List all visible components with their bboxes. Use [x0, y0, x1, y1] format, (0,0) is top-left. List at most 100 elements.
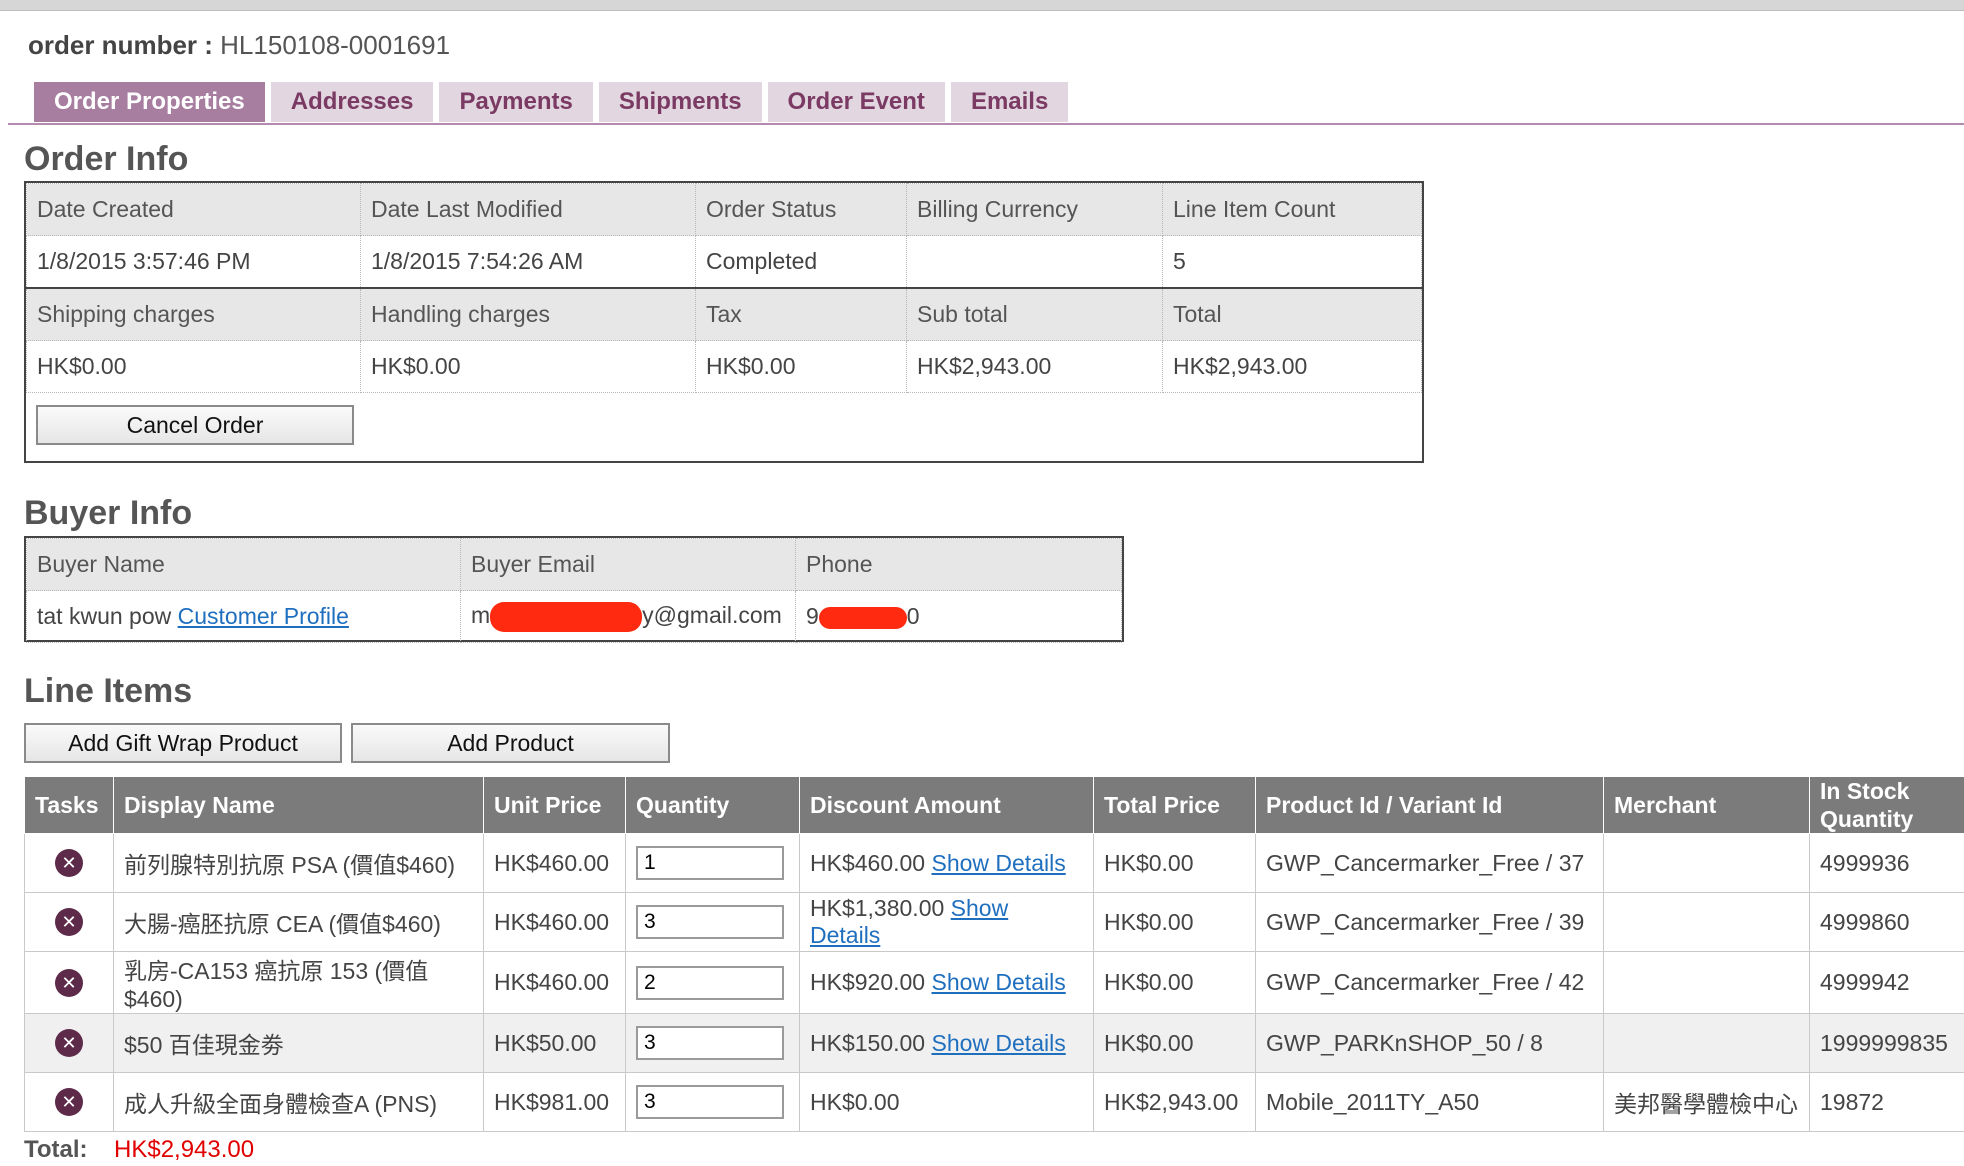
unit-price: HK$981.00: [483, 1072, 626, 1132]
header-display-name: Display Name: [113, 776, 484, 834]
buyer-info-table: Buyer Name Buyer Email Phone tat kwun po…: [26, 538, 1122, 643]
tab-order-event[interactable]: Order Event: [767, 82, 945, 122]
header-sub-total: Sub total: [906, 287, 1163, 341]
window-top-edge: [0, 0, 1964, 11]
quantity-cell: [625, 1013, 800, 1073]
tab-payments[interactable]: Payments: [439, 82, 593, 122]
add-product-button[interactable]: Add Product: [351, 723, 670, 763]
discount-amount: HK$150.00: [810, 1029, 926, 1056]
value-shipping-charges: HK$0.00: [26, 340, 361, 393]
merchant: [1603, 1013, 1810, 1073]
discount-amount: HK$920.00: [810, 969, 926, 995]
display-name: $50 百佳現金劵: [113, 1013, 484, 1073]
x-circle-icon[interactable]: ✕: [55, 968, 83, 997]
customer-profile-link[interactable]: Customer Profile: [178, 603, 349, 629]
order-info-value-row: 1/8/2015 3:57:46 PM 1/8/2015 7:54:26 AM …: [26, 235, 1422, 289]
header-billing-currency: Billing Currency: [906, 183, 1163, 236]
buyer-info-header-row: Buyer Name Buyer Email Phone: [26, 538, 1122, 591]
value-total: HK$2,943.00: [1162, 340, 1422, 393]
header-order-status: Order Status: [695, 183, 907, 236]
buyer-info-title: Buyer Info: [24, 494, 193, 532]
discount-amount: HK$1,380.00: [810, 895, 945, 921]
quantity-input[interactable]: [636, 846, 784, 880]
table-row: ✕ 乳房-CA153 癌抗原 153 (價值$460) HK$460.00 HK…: [24, 951, 1964, 1014]
buyer-name-cell: tat kwun pow Customer Profile: [26, 590, 461, 643]
order-number: order number : HL150108-0001691: [28, 30, 450, 61]
quantity-cell: [625, 892, 800, 952]
show-details-link[interactable]: Show Details: [931, 850, 1065, 876]
tasks-cell: ✕: [24, 1072, 114, 1132]
quantity-cell: [625, 951, 800, 1014]
quantity-input[interactable]: [636, 965, 784, 1000]
tasks-cell: ✕: [24, 833, 114, 893]
tab-order-properties[interactable]: Order Properties: [34, 82, 265, 122]
quantity-cell: [625, 1072, 800, 1132]
quantity-input[interactable]: [636, 905, 784, 939]
buyer-name: tat kwun pow: [37, 603, 172, 629]
value-handling-charges: HK$0.00: [360, 340, 696, 393]
unit-price: HK$460.00: [483, 892, 626, 952]
discount-cell: HK$920.00 Show Details: [799, 951, 1094, 1014]
merchant: [1603, 892, 1810, 952]
quantity-input[interactable]: [636, 1026, 784, 1060]
tasks-cell: ✕: [24, 892, 114, 952]
header-handling-charges: Handling charges: [360, 287, 696, 341]
value-billing-currency: [906, 235, 1163, 289]
total-price: HK$0.00: [1093, 892, 1256, 952]
tab-addresses[interactable]: Addresses: [270, 82, 434, 122]
table-row: ✕ 大腸-癌胚抗原 CEA (價值$460) HK$460.00 HK$1,38…: [24, 892, 1964, 952]
header-product-id: Product Id / Variant Id: [1255, 776, 1604, 834]
show-details-link[interactable]: Show Details: [931, 1030, 1065, 1056]
header-unit-price: Unit Price: [483, 776, 626, 834]
display-name: 乳房-CA153 癌抗原 153 (價值$460): [113, 951, 484, 1014]
x-circle-icon[interactable]: ✕: [55, 908, 83, 936]
line-items-total-label: Total:: [24, 1136, 88, 1163]
table-row: ✕ $50 百佳現金劵 HK$50.00 HK$150.00 Show Deta…: [24, 1013, 1964, 1073]
header-buyer-name: Buyer Name: [26, 538, 461, 591]
table-row: ✕ 前列腺特別抗原 PSA (價值$460) HK$460.00 HK$460.…: [24, 833, 1964, 893]
tab-emails[interactable]: Emails: [950, 82, 1069, 122]
x-circle-icon[interactable]: ✕: [55, 1088, 83, 1116]
order-info-table: Date Created Date Last Modified Order St…: [26, 183, 1422, 393]
header-discount-amount: Discount Amount: [799, 776, 1094, 834]
x-circle-icon[interactable]: ✕: [55, 849, 83, 877]
header-line-item-count: Line Item Count: [1162, 183, 1422, 236]
tab-shipments[interactable]: Shipments: [598, 82, 762, 122]
value-date-created: 1/8/2015 3:57:46 PM: [26, 235, 361, 289]
header-tasks: Tasks: [24, 776, 114, 834]
x-circle-icon[interactable]: ✕: [55, 1029, 83, 1057]
header-tax: Tax: [695, 287, 907, 341]
quantity-input[interactable]: [636, 1085, 784, 1119]
value-line-item-count: 5: [1162, 235, 1422, 289]
total-price: HK$2,943.00: [1093, 1072, 1256, 1132]
display-name: 大腸-癌胚抗原 CEA (價值$460): [113, 892, 484, 952]
header-total-price: Total Price: [1093, 776, 1256, 834]
merchant: [1603, 833, 1810, 893]
buyer-email-end: y@gmail.com: [642, 601, 782, 628]
redaction-mark: [818, 606, 907, 629]
product-id: GWP_PARKnSHOP_50 / 8: [1255, 1013, 1604, 1073]
unit-price: HK$460.00: [483, 951, 626, 1014]
line-items-header-row: Tasks Display Name Unit Price Quantity D…: [24, 776, 1964, 834]
line-items-table-wrapper: Tasks Display Name Unit Price Quantity D…: [24, 776, 1964, 1132]
product-id: GWP_Cancermarker_Free / 37: [1255, 833, 1604, 893]
in-stock-quantity: 4999936: [1809, 833, 1964, 893]
discount-cell: HK$460.00 Show Details: [799, 833, 1094, 893]
line-items-title: Line Items: [24, 672, 193, 710]
discount-amount: HK$0.00: [810, 1088, 900, 1115]
merchant: [1603, 951, 1810, 1014]
header-merchant: Merchant: [1603, 776, 1810, 834]
show-details-link[interactable]: Show Details: [931, 969, 1065, 995]
total-price: HK$0.00: [1093, 951, 1256, 1014]
discount-cell: HK$1,380.00 Show Details: [799, 892, 1094, 952]
buyer-info-panel: Buyer Name Buyer Email Phone tat kwun po…: [24, 536, 1124, 643]
cancel-order-button[interactable]: Cancel Order: [36, 405, 354, 445]
quantity-cell: [625, 833, 800, 893]
total-price: HK$0.00: [1093, 1013, 1256, 1073]
add-gift-wrap-product-button[interactable]: Add Gift Wrap Product: [24, 723, 342, 763]
in-stock-quantity: 19872: [1809, 1072, 1964, 1132]
order-number-label: order number :: [28, 30, 213, 60]
header-in-stock-quantity: In Stock Quantity: [1809, 776, 1964, 834]
tab-bar: Order Properties Addresses Payments Ship…: [34, 82, 1069, 122]
product-id: Mobile_2011TY_A50: [1255, 1072, 1604, 1132]
